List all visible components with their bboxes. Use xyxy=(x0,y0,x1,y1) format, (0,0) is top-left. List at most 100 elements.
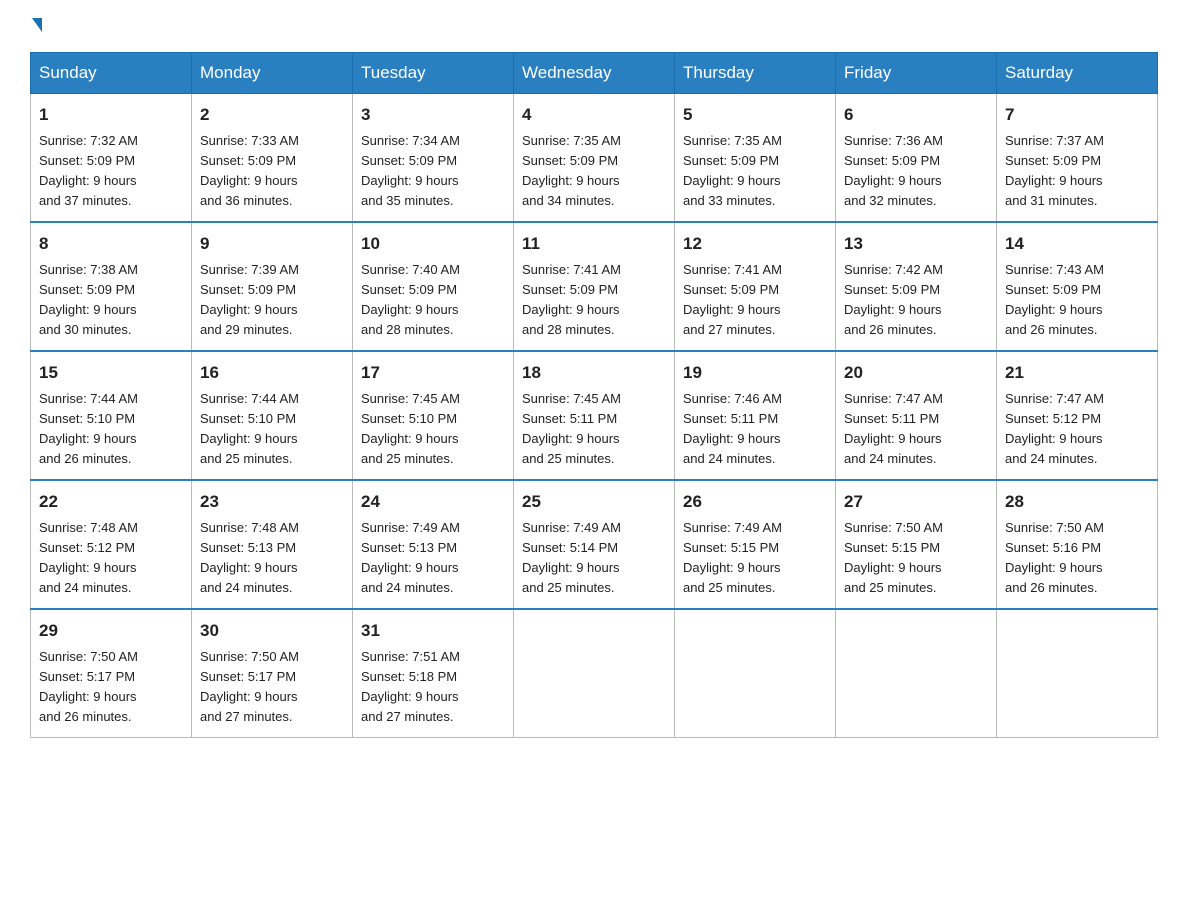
daylight-minutes: and 25 minutes. xyxy=(683,580,776,595)
sunset-label: Sunset: 5:14 PM xyxy=(522,540,618,555)
day-cell: 14 Sunrise: 7:43 AM Sunset: 5:09 PM Dayl… xyxy=(997,222,1158,351)
sunrise-label: Sunrise: 7:45 AM xyxy=(361,391,460,406)
daylight-minutes: and 26 minutes. xyxy=(1005,322,1098,337)
daylight-minutes: and 27 minutes. xyxy=(683,322,776,337)
day-cell: 25 Sunrise: 7:49 AM Sunset: 5:14 PM Dayl… xyxy=(514,480,675,609)
day-number: 20 xyxy=(844,360,988,386)
day-number: 18 xyxy=(522,360,666,386)
day-info: Sunrise: 7:40 AM Sunset: 5:09 PM Dayligh… xyxy=(361,260,505,341)
daylight-label: Daylight: 9 hours xyxy=(200,431,298,446)
day-number: 6 xyxy=(844,102,988,128)
day-cell: 10 Sunrise: 7:40 AM Sunset: 5:09 PM Dayl… xyxy=(353,222,514,351)
day-number: 26 xyxy=(683,489,827,515)
day-number: 3 xyxy=(361,102,505,128)
sunset-label: Sunset: 5:12 PM xyxy=(1005,411,1101,426)
day-cell: 29 Sunrise: 7:50 AM Sunset: 5:17 PM Dayl… xyxy=(31,609,192,738)
logo xyxy=(30,20,42,34)
day-info: Sunrise: 7:48 AM Sunset: 5:13 PM Dayligh… xyxy=(200,518,344,599)
daylight-label: Daylight: 9 hours xyxy=(844,173,942,188)
sunset-label: Sunset: 5:09 PM xyxy=(39,282,135,297)
header-cell-friday: Friday xyxy=(836,53,997,94)
daylight-minutes: and 28 minutes. xyxy=(361,322,454,337)
day-info: Sunrise: 7:33 AM Sunset: 5:09 PM Dayligh… xyxy=(200,131,344,212)
header-cell-wednesday: Wednesday xyxy=(514,53,675,94)
day-cell xyxy=(514,609,675,738)
day-cell: 6 Sunrise: 7:36 AM Sunset: 5:09 PM Dayli… xyxy=(836,94,997,223)
sunrise-label: Sunrise: 7:50 AM xyxy=(39,649,138,664)
sunrise-label: Sunrise: 7:32 AM xyxy=(39,133,138,148)
daylight-minutes: and 34 minutes. xyxy=(522,193,615,208)
daylight-label: Daylight: 9 hours xyxy=(683,560,781,575)
day-number: 30 xyxy=(200,618,344,644)
daylight-minutes: and 26 minutes. xyxy=(39,709,132,724)
logo-triangle-icon xyxy=(32,18,42,32)
day-info: Sunrise: 7:48 AM Sunset: 5:12 PM Dayligh… xyxy=(39,518,183,599)
day-number: 1 xyxy=(39,102,183,128)
day-cell: 30 Sunrise: 7:50 AM Sunset: 5:17 PM Dayl… xyxy=(192,609,353,738)
day-cell: 31 Sunrise: 7:51 AM Sunset: 5:18 PM Dayl… xyxy=(353,609,514,738)
header-cell-saturday: Saturday xyxy=(997,53,1158,94)
daylight-label: Daylight: 9 hours xyxy=(844,560,942,575)
day-info: Sunrise: 7:35 AM Sunset: 5:09 PM Dayligh… xyxy=(522,131,666,212)
day-cell: 15 Sunrise: 7:44 AM Sunset: 5:10 PM Dayl… xyxy=(31,351,192,480)
sunset-label: Sunset: 5:09 PM xyxy=(844,282,940,297)
sunset-label: Sunset: 5:09 PM xyxy=(522,282,618,297)
daylight-label: Daylight: 9 hours xyxy=(200,560,298,575)
sunset-label: Sunset: 5:09 PM xyxy=(1005,282,1101,297)
sunrise-label: Sunrise: 7:37 AM xyxy=(1005,133,1104,148)
day-cell: 27 Sunrise: 7:50 AM Sunset: 5:15 PM Dayl… xyxy=(836,480,997,609)
day-number: 2 xyxy=(200,102,344,128)
daylight-minutes: and 27 minutes. xyxy=(200,709,293,724)
day-cell: 16 Sunrise: 7:44 AM Sunset: 5:10 PM Dayl… xyxy=(192,351,353,480)
sunset-label: Sunset: 5:09 PM xyxy=(683,153,779,168)
header-cell-tuesday: Tuesday xyxy=(353,53,514,94)
day-number: 10 xyxy=(361,231,505,257)
day-info: Sunrise: 7:44 AM Sunset: 5:10 PM Dayligh… xyxy=(39,389,183,470)
sunrise-label: Sunrise: 7:43 AM xyxy=(1005,262,1104,277)
day-number: 19 xyxy=(683,360,827,386)
daylight-minutes: and 25 minutes. xyxy=(844,580,937,595)
day-cell: 23 Sunrise: 7:48 AM Sunset: 5:13 PM Dayl… xyxy=(192,480,353,609)
day-cell xyxy=(836,609,997,738)
daylight-minutes: and 25 minutes. xyxy=(200,451,293,466)
day-cell: 24 Sunrise: 7:49 AM Sunset: 5:13 PM Dayl… xyxy=(353,480,514,609)
header-cell-monday: Monday xyxy=(192,53,353,94)
daylight-label: Daylight: 9 hours xyxy=(39,560,137,575)
sunset-label: Sunset: 5:17 PM xyxy=(39,669,135,684)
sunset-label: Sunset: 5:12 PM xyxy=(39,540,135,555)
week-row: 22 Sunrise: 7:48 AM Sunset: 5:12 PM Dayl… xyxy=(31,480,1158,609)
day-cell xyxy=(997,609,1158,738)
day-number: 4 xyxy=(522,102,666,128)
daylight-label: Daylight: 9 hours xyxy=(522,560,620,575)
day-info: Sunrise: 7:42 AM Sunset: 5:09 PM Dayligh… xyxy=(844,260,988,341)
sunrise-label: Sunrise: 7:50 AM xyxy=(844,520,943,535)
daylight-label: Daylight: 9 hours xyxy=(39,302,137,317)
sunset-label: Sunset: 5:09 PM xyxy=(200,282,296,297)
daylight-label: Daylight: 9 hours xyxy=(361,560,459,575)
daylight-label: Daylight: 9 hours xyxy=(522,173,620,188)
day-info: Sunrise: 7:41 AM Sunset: 5:09 PM Dayligh… xyxy=(683,260,827,341)
daylight-minutes: and 29 minutes. xyxy=(200,322,293,337)
day-info: Sunrise: 7:46 AM Sunset: 5:11 PM Dayligh… xyxy=(683,389,827,470)
daylight-minutes: and 31 minutes. xyxy=(1005,193,1098,208)
day-info: Sunrise: 7:37 AM Sunset: 5:09 PM Dayligh… xyxy=(1005,131,1149,212)
sunrise-label: Sunrise: 7:51 AM xyxy=(361,649,460,664)
day-cell: 20 Sunrise: 7:47 AM Sunset: 5:11 PM Dayl… xyxy=(836,351,997,480)
sunrise-label: Sunrise: 7:40 AM xyxy=(361,262,460,277)
day-info: Sunrise: 7:47 AM Sunset: 5:11 PM Dayligh… xyxy=(844,389,988,470)
sunset-label: Sunset: 5:11 PM xyxy=(683,411,778,426)
day-number: 17 xyxy=(361,360,505,386)
sunset-label: Sunset: 5:15 PM xyxy=(683,540,779,555)
week-row: 8 Sunrise: 7:38 AM Sunset: 5:09 PM Dayli… xyxy=(31,222,1158,351)
daylight-label: Daylight: 9 hours xyxy=(200,173,298,188)
day-info: Sunrise: 7:34 AM Sunset: 5:09 PM Dayligh… xyxy=(361,131,505,212)
day-cell: 11 Sunrise: 7:41 AM Sunset: 5:09 PM Dayl… xyxy=(514,222,675,351)
daylight-minutes: and 26 minutes. xyxy=(844,322,937,337)
day-cell: 19 Sunrise: 7:46 AM Sunset: 5:11 PM Dayl… xyxy=(675,351,836,480)
week-row: 15 Sunrise: 7:44 AM Sunset: 5:10 PM Dayl… xyxy=(31,351,1158,480)
day-number: 23 xyxy=(200,489,344,515)
day-number: 29 xyxy=(39,618,183,644)
day-info: Sunrise: 7:43 AM Sunset: 5:09 PM Dayligh… xyxy=(1005,260,1149,341)
day-info: Sunrise: 7:36 AM Sunset: 5:09 PM Dayligh… xyxy=(844,131,988,212)
daylight-label: Daylight: 9 hours xyxy=(361,689,459,704)
